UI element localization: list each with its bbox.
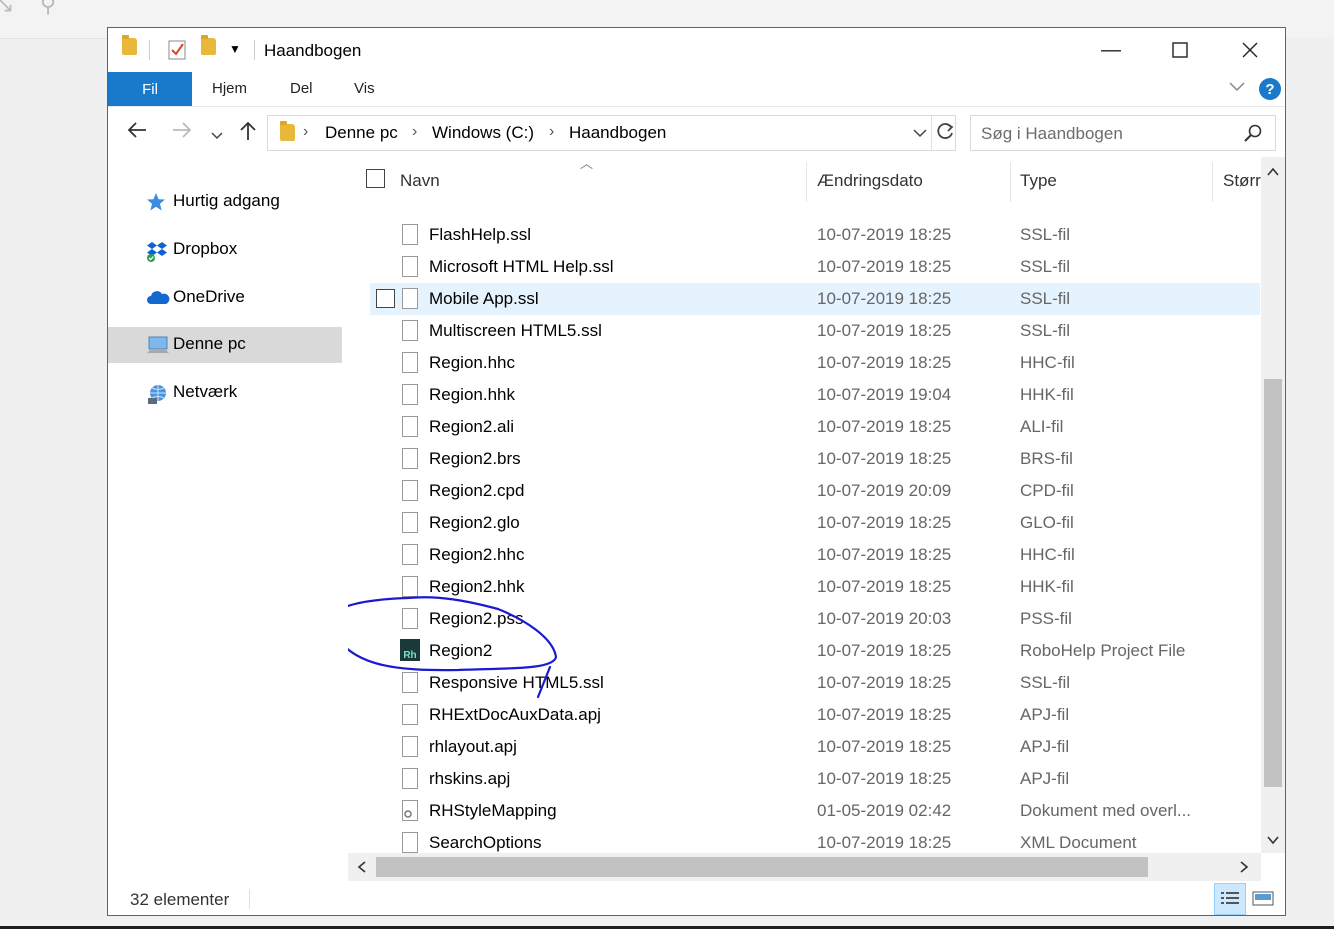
horizontal-scrollbar[interactable] bbox=[348, 853, 1261, 881]
divider bbox=[931, 116, 932, 150]
breadcrumb-chevron-icon[interactable]: › bbox=[549, 123, 554, 141]
properties-checklist-icon[interactable] bbox=[168, 40, 186, 64]
scroll-left-chevron-icon[interactable] bbox=[356, 860, 368, 879]
annotation-scribble bbox=[348, 596, 558, 699]
divider bbox=[149, 40, 150, 60]
maximize-button[interactable] bbox=[1157, 28, 1203, 72]
address-row: › Denne pc › Windows (C:) › Haandbogen bbox=[108, 107, 1285, 157]
refresh-icon[interactable] bbox=[934, 121, 956, 148]
scroll-right-chevron-icon[interactable] bbox=[1238, 860, 1250, 879]
nav-item-denne-pc[interactable]: Denne pc bbox=[108, 327, 342, 363]
address-bar[interactable]: › Denne pc › Windows (C:) › Haandbogen bbox=[267, 115, 956, 151]
details-view-button[interactable] bbox=[1214, 883, 1246, 915]
item-count: 32 elementer bbox=[130, 890, 230, 909]
dropbox-icon bbox=[146, 240, 167, 262]
search-box[interactable] bbox=[970, 115, 1276, 151]
tab-vis[interactable]: Vis bbox=[354, 80, 375, 97]
folder-icon bbox=[280, 121, 295, 146]
nav-item-label: Hurtig adgang bbox=[173, 191, 280, 210]
nav-item-hurtig-adgang[interactable]: Hurtig adgang bbox=[108, 184, 342, 220]
nav-item-label: Netværk bbox=[173, 382, 238, 401]
forward-arrow-icon[interactable] bbox=[171, 119, 193, 147]
details-view-icon bbox=[1221, 892, 1239, 904]
search-icon[interactable] bbox=[1243, 123, 1263, 148]
ribbon: Fil Hjem Del Vis ? bbox=[108, 72, 1285, 107]
folder-icon bbox=[122, 35, 137, 62]
divider bbox=[254, 40, 255, 60]
nav-item-label: Denne pc bbox=[173, 334, 246, 353]
computer-icon bbox=[146, 335, 169, 355]
minimize-button[interactable]: — bbox=[1088, 28, 1134, 72]
breadcrumb-windows-c[interactable]: Windows (C:) bbox=[432, 123, 534, 143]
close-button[interactable] bbox=[1227, 28, 1273, 72]
recent-locations-chevron-icon[interactable] bbox=[210, 123, 224, 149]
tab-del[interactable]: Del bbox=[290, 80, 313, 97]
customize-dropdown-icon[interactable]: ▼ bbox=[229, 42, 241, 66]
back-arrow-icon[interactable] bbox=[126, 119, 148, 147]
background-desktop bbox=[1287, 38, 1334, 929]
address-history-chevron-icon[interactable] bbox=[912, 126, 928, 145]
nav-item-label: Dropbox bbox=[173, 239, 238, 258]
nav-item-netvaerk[interactable]: Netværk bbox=[108, 375, 342, 411]
breadcrumb-chevron-icon[interactable]: › bbox=[412, 123, 417, 141]
tab-fil[interactable]: Fil bbox=[108, 72, 192, 106]
cloud-icon bbox=[146, 288, 170, 308]
star-icon bbox=[146, 192, 166, 212]
window-title: Haandbogen bbox=[264, 41, 362, 60]
help-button[interactable]: ? bbox=[1259, 78, 1281, 100]
nav-item-dropbox[interactable]: Dropbox bbox=[108, 232, 342, 268]
breadcrumb-haandbogen[interactable]: Haandbogen bbox=[569, 123, 666, 143]
title-bar: ▼ Haandbogen — bbox=[108, 28, 1285, 72]
background-arrow-icon: ↘ bbox=[0, 0, 15, 17]
breadcrumb-chevron-icon[interactable]: › bbox=[303, 123, 308, 141]
scroll-up-chevron-icon[interactable] bbox=[1266, 165, 1280, 183]
vertical-scroll-thumb[interactable] bbox=[1264, 379, 1282, 787]
nav-item-onedrive[interactable]: OneDrive bbox=[108, 280, 342, 316]
divider bbox=[249, 889, 250, 909]
navigation-pane: Hurtig adgang Dropbox OneDrive Denne pc … bbox=[108, 157, 344, 853]
expand-ribbon-chevron-icon[interactable] bbox=[1228, 77, 1246, 100]
explorer-window: ▼ Haandbogen — Fil Hjem Del Vis ? › Denn… bbox=[107, 27, 1286, 916]
network-icon bbox=[146, 383, 166, 404]
status-bar: 32 elementer bbox=[108, 883, 1285, 915]
up-arrow-icon[interactable] bbox=[237, 119, 259, 147]
new-folder-icon[interactable] bbox=[201, 35, 216, 62]
search-input[interactable] bbox=[979, 122, 1233, 146]
scroll-down-chevron-icon[interactable] bbox=[1266, 833, 1280, 851]
nav-item-label: OneDrive bbox=[173, 287, 245, 306]
vertical-scrollbar[interactable] bbox=[1261, 157, 1285, 853]
large-icons-view-button[interactable] bbox=[1248, 883, 1280, 915]
background-search-icon: ⚲ bbox=[40, 0, 57, 17]
breadcrumb-denne-pc[interactable]: Denne pc bbox=[325, 123, 398, 143]
tab-hjem[interactable]: Hjem bbox=[212, 80, 247, 97]
file-list: ︿ Navn Ændringsdato Type Størr FlashHelp… bbox=[348, 157, 1285, 853]
large-icons-view-icon bbox=[1252, 891, 1274, 906]
horizontal-scroll-thumb[interactable] bbox=[376, 857, 1148, 877]
